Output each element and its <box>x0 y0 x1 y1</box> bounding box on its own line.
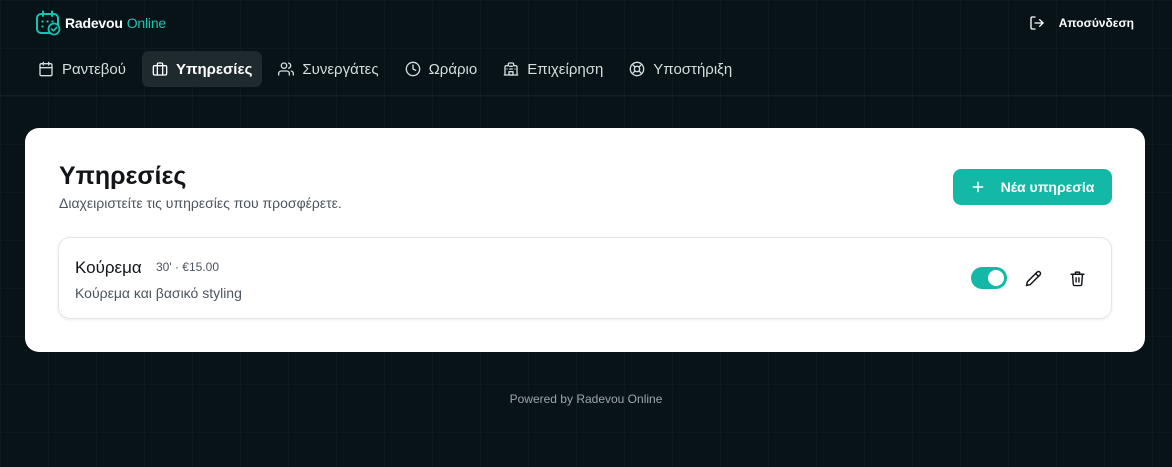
nav-item-appointments[interactable]: Ραντεβού <box>28 51 136 87</box>
clock-icon <box>405 61 420 77</box>
service-description: Κούρεμα και βασικό styling <box>75 285 242 301</box>
service-name: Κούρεμα <box>75 258 142 277</box>
delete-service-button[interactable] <box>1067 268 1087 288</box>
page-subtitle: Διαχειριστείτε τις υπηρεσίες που προσφέρ… <box>59 195 342 211</box>
edit-service-button[interactable] <box>1023 268 1043 288</box>
nav-item-label: Υποστήριξη <box>653 60 733 78</box>
building-icon <box>503 62 519 76</box>
life-buoy-icon <box>629 61 645 77</box>
plus-icon <box>972 181 984 193</box>
toggle-knob <box>988 270 1004 286</box>
services-card: Υπηρεσίες Διαχειριστείτε τις υπηρεσίες π… <box>25 128 1145 352</box>
new-service-button[interactable]: Νέα υπηρεσία <box>953 169 1112 205</box>
nav-item-label: Υπηρεσίες <box>175 60 253 78</box>
nav-item-label: Συνεργάτες <box>302 60 379 78</box>
log-out-icon <box>1030 16 1044 30</box>
brand-accent: Online <box>126 15 167 31</box>
nav-item-label: Επιχείρηση <box>527 60 604 78</box>
trash-icon <box>1069 270 1085 286</box>
nav-item-support[interactable]: Υποστήριξη <box>619 51 742 87</box>
nav-item-label: Ωράριο <box>428 60 478 78</box>
calendar-icon <box>39 61 53 77</box>
nav-item-schedule[interactable]: Ωράριο <box>395 51 488 87</box>
main-nav: Ραντεβού Υπηρεσίες Συνεργάτες Ωράριο Επι… <box>28 51 742 87</box>
logout-label: Αποσύνδεση <box>1058 16 1134 30</box>
nav-item-partners[interactable]: Συνεργάτες <box>268 51 388 87</box>
service-duration-price: 30' · €15.00 <box>156 260 220 274</box>
service-active-toggle[interactable] <box>971 267 1007 289</box>
page-title: Υπηρεσίες <box>59 162 187 190</box>
service-item: Κούρεμα 30' · €15.00 Κούρεμα και βασικό … <box>58 237 1112 319</box>
logout-button[interactable]: Αποσύνδεση <box>1029 12 1134 34</box>
footer-powered-by: Powered by Radevou Online <box>509 392 663 406</box>
calendar-check-icon <box>36 10 61 36</box>
users-icon <box>278 62 295 76</box>
pencil-icon <box>1025 270 1041 286</box>
new-service-label: Νέα υπηρεσία <box>1000 179 1095 195</box>
briefcase-icon <box>152 62 168 76</box>
nav-item-label: Ραντεβού <box>62 60 126 78</box>
top-navigation-bar: Radevou Online Αποσύνδεση Ραντεβού Υπηρε… <box>0 0 1172 96</box>
nav-item-business[interactable]: Επιχείρηση <box>493 51 613 87</box>
brand-logo[interactable]: Radevou Online <box>35 10 166 36</box>
nav-item-services[interactable]: Υπηρεσίες <box>141 51 263 87</box>
brand-name: Radevou <box>65 15 123 31</box>
